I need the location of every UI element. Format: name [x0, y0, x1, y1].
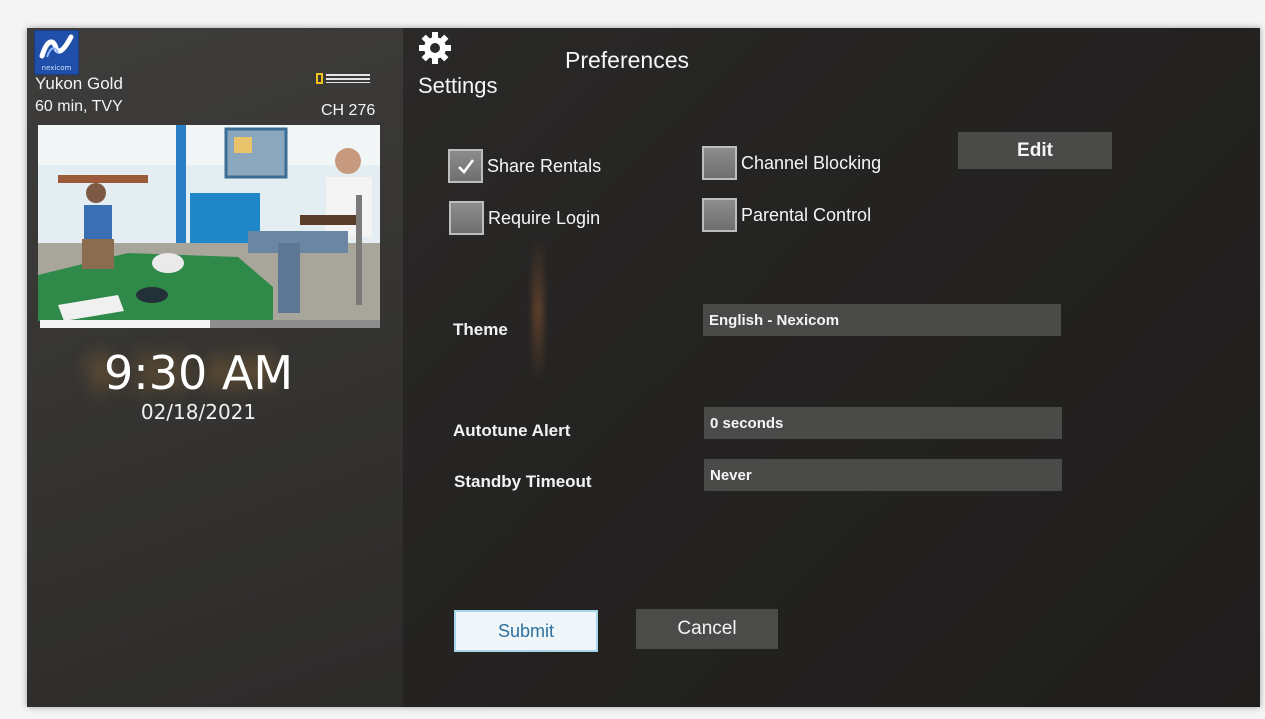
checkmark-icon: [458, 159, 475, 174]
autotune-alert-select[interactable]: 0 seconds: [704, 407, 1062, 439]
program-title: Yukon Gold: [35, 74, 123, 93]
current-date: 02/18/2021: [140, 400, 257, 424]
submit-button[interactable]: Submit: [454, 610, 598, 652]
channel-number: CH 276: [321, 102, 376, 119]
current-time: 9:30 AM: [103, 346, 294, 400]
video-preview[interactable]: [38, 125, 380, 321]
channel-blocking-checkbox[interactable]: [702, 146, 737, 180]
edit-button[interactable]: Edit: [958, 132, 1112, 169]
progress-fill: [40, 320, 210, 328]
channel-blocking-label: Channel Blocking: [741, 152, 882, 173]
tv-screen: nexicom Yukon Gold 60 min, TVY CH 276 9:…: [27, 28, 1260, 707]
now-playing-panel: nexicom Yukon Gold 60 min, TVY CH 276 9:…: [27, 28, 403, 707]
require-login-checkbox[interactable]: [449, 201, 484, 235]
yellow-frame-icon: [316, 72, 323, 84]
nexicom-n-icon: [39, 34, 74, 59]
video-frame: [38, 125, 380, 321]
share-rentals-checkbox[interactable]: [448, 149, 483, 183]
program-meta: 60 min, TVY: [35, 98, 123, 115]
theme-label: Theme: [453, 320, 508, 339]
require-login-option[interactable]: Require Login: [449, 201, 600, 235]
standby-timeout-select[interactable]: Never: [704, 459, 1062, 491]
theme-select[interactable]: English - Nexicom: [703, 304, 1061, 336]
settings-label: Settings: [418, 73, 498, 98]
autotune-alert-label: Autotune Alert: [453, 421, 571, 440]
cancel-button[interactable]: Cancel: [636, 609, 778, 649]
program-progress-bar: [40, 320, 380, 328]
share-rentals-label: Share Rentals: [487, 155, 602, 176]
screen-glare: [532, 238, 544, 383]
national-geographic-logo: [316, 72, 370, 84]
parental-control-checkbox[interactable]: [702, 198, 737, 232]
standby-timeout-label: Standby Timeout: [454, 472, 592, 491]
logo-wordmark: nexicom: [41, 64, 72, 72]
page-title: Preferences: [565, 47, 690, 73]
parental-control-label: Parental Control: [741, 204, 872, 225]
channel-blocking-option[interactable]: Channel Blocking: [702, 146, 881, 180]
require-login-label: Require Login: [488, 207, 601, 228]
parental-control-option[interactable]: Parental Control: [702, 198, 871, 232]
share-rentals-option[interactable]: Share Rentals: [448, 149, 601, 183]
gear-icon[interactable]: [418, 31, 452, 65]
nexicom-logo: nexicom: [34, 30, 79, 75]
